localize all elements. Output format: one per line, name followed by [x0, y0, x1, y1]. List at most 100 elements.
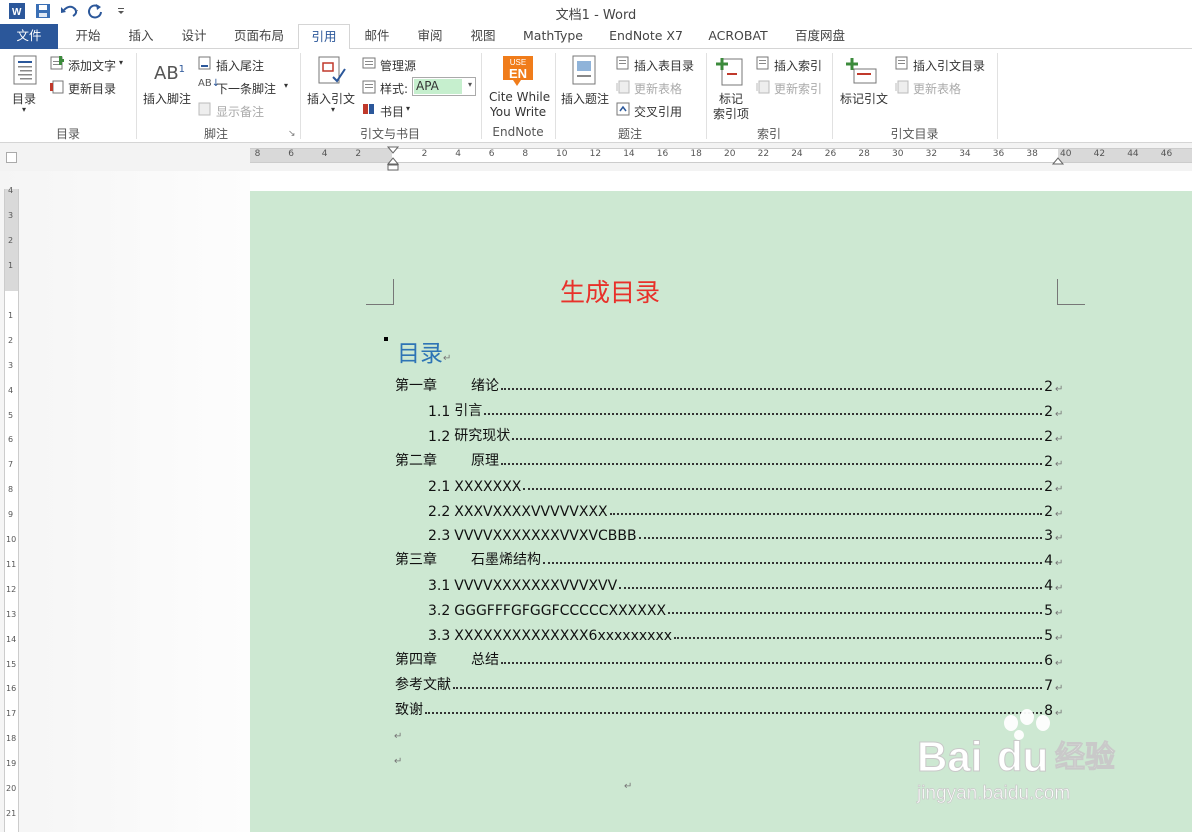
- footnote-dialog-launcher-icon[interactable]: ↘: [288, 129, 296, 139]
- right-indent-marker-icon[interactable]: [1051, 155, 1065, 169]
- paragraph-mark: ↵: [394, 731, 403, 742]
- toc-entry[interactable]: 参考文献 7 ↵: [395, 674, 1065, 694]
- tab-review[interactable]: 审阅: [404, 24, 456, 49]
- toc-leader-dots: [609, 512, 1042, 515]
- tab-baidu-pan[interactable]: 百度网盘: [782, 24, 858, 49]
- show-notes-button[interactable]: 显示备注: [216, 103, 264, 120]
- tab-endnote[interactable]: EndNote X7: [598, 24, 694, 49]
- insert-index-button[interactable]: 插入索引: [774, 57, 822, 74]
- toc-entry[interactable]: 3.1 VVVVXXXXXXXVVVXVV 4 ↵: [428, 574, 1065, 594]
- vruler-tick-label: 4: [8, 186, 14, 196]
- document-title[interactable]: 生成目录: [250, 273, 970, 309]
- ruler-tick-label: 30: [892, 149, 904, 159]
- tab-insert[interactable]: 插入: [116, 24, 166, 49]
- ruler-tick-label: 36: [992, 149, 1005, 159]
- update-toc-icon: [50, 80, 64, 97]
- vruler-tick-label: 3: [8, 360, 14, 370]
- toc-entry-title: 原理: [471, 452, 499, 469]
- toc-entry[interactable]: 1.2 研究现状 2 ↵: [428, 425, 1065, 445]
- toc-entry-page: 5: [1044, 628, 1053, 644]
- insert-footnote-button[interactable]: 插入脚注: [143, 90, 191, 107]
- update-table-icon: [616, 80, 630, 97]
- toc-entry[interactable]: 第三章 石墨烯结构 4 ↵: [395, 549, 1065, 569]
- ruler-tick-label: 28: [858, 149, 870, 159]
- mark-citation-icon[interactable]: [846, 55, 878, 90]
- paragraph-mark: ↵: [624, 781, 633, 792]
- toc-entry[interactable]: 3.2 GGGFFFGFGGFCCCCCXXXXXX 5 ↵: [428, 599, 1065, 619]
- vruler-tick-label: 12: [6, 584, 17, 594]
- insert-caption-icon[interactable]: [571, 55, 597, 90]
- toc-entry[interactable]: 2.1 XXXXXXX 2 ↵: [428, 475, 1065, 495]
- cite-while-you-write-line2[interactable]: You Write: [490, 105, 546, 119]
- toc-heading[interactable]: 目录↵: [397, 334, 451, 368]
- tab-acrobat[interactable]: ACROBAT: [698, 24, 778, 49]
- vertical-ruler[interactable]: 4 3 2 1 1 2 3 4 5 6 7 8 9 10 11 12 13 14 15 16 17 18 19 20 21: [4, 186, 19, 832]
- cite-while-you-write-line1[interactable]: Cite While: [489, 90, 550, 104]
- vruler-tick-label: 5: [8, 410, 14, 420]
- insert-table-of-authorities-button[interactable]: 插入引文目录: [913, 57, 985, 74]
- update-index-button[interactable]: 更新索引: [774, 80, 822, 97]
- insert-footnote-icon[interactable]: AB1: [154, 63, 185, 84]
- toc-leader-dots: [484, 412, 1042, 415]
- bibliography-dropdown-icon[interactable]: ▾: [406, 104, 410, 113]
- insert-citation-dropdown-icon[interactable]: ▾: [331, 105, 335, 114]
- toc-entry[interactable]: 1.1 引言 2 ↵: [428, 400, 1065, 420]
- insert-citation-icon[interactable]: [317, 55, 347, 90]
- add-text-dropdown-icon[interactable]: ▾: [119, 58, 123, 67]
- toc-dropdown-arrow-icon[interactable]: ▾: [22, 105, 26, 114]
- toc-entry-page: 6: [1044, 652, 1053, 669]
- ruler-tick-label: 2: [355, 149, 362, 159]
- mark-entry-button-line2[interactable]: 索引项: [713, 105, 749, 122]
- table-of-contents-icon[interactable]: [12, 55, 38, 90]
- toa-group-label: 引文目录: [890, 127, 939, 141]
- tab-home[interactable]: 开始: [62, 24, 114, 49]
- update-toc-button[interactable]: 更新目录: [68, 80, 116, 97]
- endnote-cwyw-icon[interactable]: USE EN: [501, 54, 535, 91]
- vruler-tick-label: 6: [8, 435, 14, 445]
- cross-reference-button[interactable]: 交叉引用: [634, 103, 682, 120]
- insert-table-of-figures-button[interactable]: 插入表目录: [634, 57, 694, 74]
- manage-sources-icon: [362, 56, 376, 73]
- toc-entry[interactable]: 3.3 XXXXXXXXXXXXXX6xxxxxxxxx 5 ↵: [428, 624, 1065, 644]
- tab-file[interactable]: 文件: [0, 24, 58, 49]
- mark-citation-button[interactable]: 标记引文: [840, 90, 888, 107]
- next-footnote-button[interactable]: 下一条脚注: [216, 80, 276, 97]
- vruler-tick-label: 2: [8, 335, 14, 345]
- toc-entry-number: 3.1: [428, 578, 451, 595]
- indent-marker-icon[interactable]: [386, 146, 400, 175]
- tab-layout[interactable]: 页面布局: [222, 24, 296, 49]
- tab-mailings[interactable]: 邮件: [352, 24, 402, 49]
- ruler-tick-label: 38: [1026, 149, 1038, 159]
- toc-entry[interactable]: 第二章 原理 2 ↵: [395, 450, 1065, 470]
- ruler-tick-label: 10: [556, 149, 568, 159]
- paragraph-mark: ↵: [1055, 657, 1064, 669]
- tab-mathtype[interactable]: MathType: [512, 24, 594, 49]
- update-table-button[interactable]: 更新表格: [634, 80, 682, 97]
- ruler-tick-label: 22: [757, 149, 770, 159]
- toc-entry[interactable]: 2.3 VVVVXXXXXXXVVXVCBBB 3 ↵: [428, 524, 1065, 544]
- bibliography-button[interactable]: 书目: [380, 103, 404, 120]
- tab-design[interactable]: 设计: [168, 24, 220, 49]
- toc-entry-number: 第二章: [395, 452, 437, 469]
- paragraph-mark: ↵: [1055, 608, 1064, 620]
- insert-caption-button[interactable]: 插入题注: [561, 90, 609, 107]
- toc-entry-number: 2.2: [428, 503, 451, 520]
- next-footnote-dropdown-icon[interactable]: ▾: [284, 81, 288, 90]
- ruler-tick-label: 46: [1160, 149, 1173, 159]
- toc-entry[interactable]: 2.2 XXXVXXXXVVVVVXXX 2 ↵: [428, 500, 1065, 520]
- style-select[interactable]: APA ▾: [412, 77, 476, 96]
- toc-entry[interactable]: 第四章 总结 6 ↵: [395, 649, 1065, 669]
- add-text-button[interactable]: 添加文字: [68, 57, 116, 74]
- tab-selector-icon[interactable]: [6, 152, 17, 163]
- toc-entry-page: 2: [1044, 379, 1053, 395]
- manage-sources-button[interactable]: 管理源: [380, 57, 416, 74]
- tab-view[interactable]: 视图: [458, 24, 508, 49]
- toc-entry[interactable]: 第一章 绪论 2 ↵: [395, 375, 1065, 395]
- insert-endnote-button[interactable]: 插入尾注: [216, 57, 264, 74]
- vruler-tick-label: 16: [6, 684, 17, 694]
- update-index-icon: [756, 80, 770, 97]
- baidu-jingyan-watermark: Bai du 经验 jingyan.baidu.com: [915, 705, 1130, 805]
- tab-references[interactable]: 引用: [298, 24, 350, 50]
- mark-entry-icon[interactable]: [716, 55, 744, 90]
- update-toa-table-button[interactable]: 更新表格: [913, 80, 961, 97]
